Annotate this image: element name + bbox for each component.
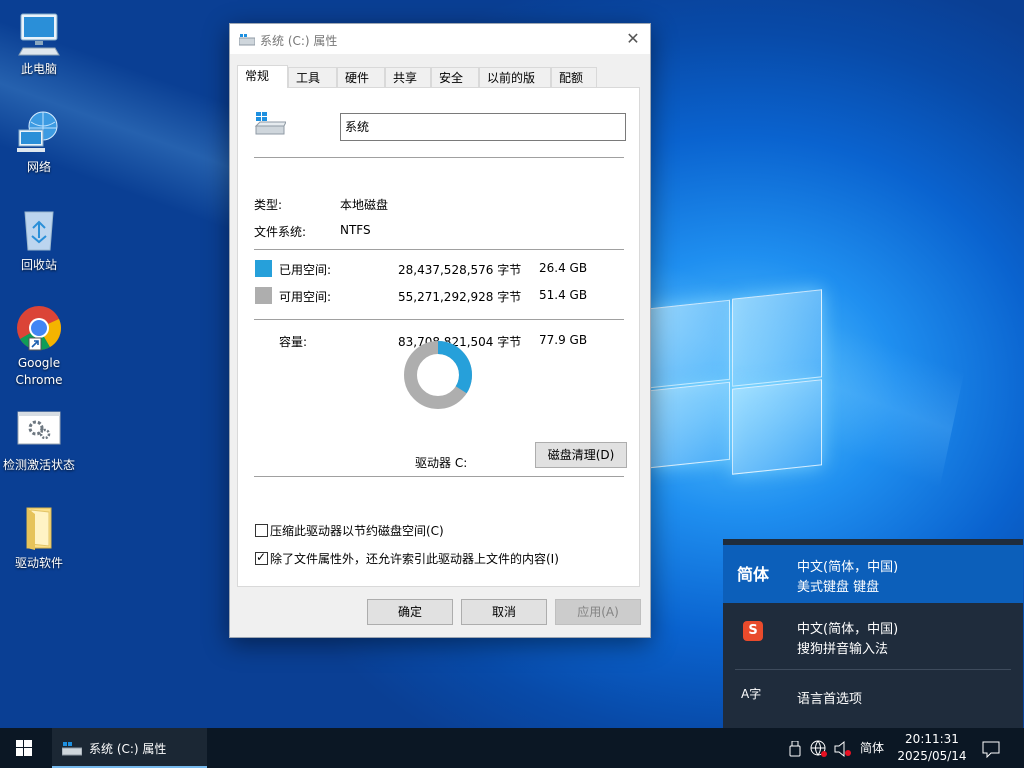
divider — [254, 476, 624, 477]
window-title: 系统 (C:) 属性 — [260, 34, 338, 48]
desktop-icon-driver-software[interactable]: 驱动软件 — [1, 504, 77, 572]
free-space-label: 可用空间: — [279, 290, 332, 304]
language-abbr: 简体 — [737, 565, 770, 584]
index-contents-checkbox[interactable] — [255, 550, 268, 565]
file-system-value: NTFS — [340, 223, 371, 237]
language-preferences-label: 语言首选项 — [797, 692, 863, 707]
desktop-icon-this-pc[interactable]: 此电脑 — [1, 10, 77, 78]
used-space-size: 26.4 GB — [539, 261, 588, 275]
volume-muted-icon[interactable] — [834, 728, 852, 768]
sogou-icon: S — [743, 621, 763, 641]
language-name: 中文(简体，中国) — [797, 560, 899, 575]
type-value: 本地磁盘 — [340, 198, 389, 212]
tab-quota[interactable]: 配额 — [551, 67, 597, 87]
index-contents-label: 除了文件属性外，还允许索引此驱动器上文件的内容(I) — [270, 552, 559, 566]
language-item-us-keyboard[interactable]: 简体 中文(简体，中国) 美式键盘 键盘 — [723, 545, 1023, 603]
desktop-icon-network[interactable]: 网络 — [1, 108, 77, 176]
language-name: 中文(简体，中国) — [797, 622, 899, 637]
folder-icon — [15, 504, 63, 552]
tab-tools[interactable]: 工具 — [288, 67, 337, 87]
windows-icon — [16, 740, 32, 756]
drive-large-icon — [254, 112, 287, 139]
capacity-size: 77.9 GB — [539, 333, 588, 347]
capacity-label: 容量: — [279, 335, 308, 349]
apply-button[interactable]: 应用(A) — [555, 599, 641, 625]
recycle-bin-icon — [15, 206, 63, 254]
tab-security[interactable]: 安全 — [431, 67, 479, 87]
compress-drive-checkbox[interactable] — [255, 524, 268, 537]
used-space-label: 已用空间: — [279, 263, 332, 277]
used-space-bytes: 28,437,528,576 字节 — [398, 263, 522, 277]
tab-general[interactable]: 常规 — [237, 65, 288, 88]
divider — [735, 669, 1011, 670]
close-button[interactable]: ✕ — [616, 24, 650, 54]
drive-properties-window[interactable]: 系统 (C:) 属性 ✕ 常规 工具 硬件 共享 安全 以前的版本 配额 系统 … — [229, 23, 651, 638]
drive-icon — [62, 742, 82, 756]
chrome-icon — [15, 304, 63, 352]
drive-letter-label: 驱动器 C: — [415, 456, 468, 470]
free-space-bytes: 55,271,292,928 字节 — [398, 290, 522, 304]
free-space-swatch — [255, 287, 272, 304]
used-space-swatch — [255, 260, 272, 277]
taskbar-app-properties[interactable]: 系统 (C:) 属性 — [52, 728, 207, 768]
desktop-icon-check-activation[interactable]: 检测激活状态 — [1, 406, 77, 474]
taskbar-app-label: 系统 (C:) 属性 — [89, 742, 167, 756]
disk-cleanup-button[interactable]: 磁盘清理(D) — [535, 442, 627, 468]
action-center-icon[interactable] — [982, 728, 1000, 768]
taskbar: 系统 (C:) 属性 简体 20:11:31 2025/05/14 — [0, 728, 1024, 768]
clock-time: 20:11:31 — [905, 732, 959, 746]
language-preferences-icon: A字 — [741, 687, 762, 701]
desktop-icon-google-chrome[interactable]: Google Chrome — [1, 304, 77, 389]
divider — [254, 249, 624, 250]
language-flyout: 简体 中文(简体，中国) 美式键盘 键盘 S 中文(简体，中国) 搜狗拼音输入法… — [723, 539, 1023, 728]
compress-drive-label: 压缩此驱动器以节约磁盘空间(C) — [270, 524, 444, 538]
tab-hardware[interactable]: 硬件 — [337, 67, 385, 87]
free-space-size: 51.4 GB — [539, 288, 588, 302]
usb-icon[interactable] — [789, 728, 801, 768]
network-icon — [15, 108, 63, 156]
start-button[interactable] — [0, 728, 48, 768]
file-system-label: 文件系统: — [254, 225, 307, 239]
title-bar[interactable]: 系统 (C:) 属性 ✕ — [230, 24, 650, 54]
clock[interactable]: 20:11:31 2025/05/14 — [893, 731, 971, 765]
windows-logo-wallpaper — [632, 289, 822, 480]
settings-app-icon — [15, 406, 63, 454]
general-tab-panel: 系统 类型: 本地磁盘 文件系统: NTFS 已用空间: 28,437,528,… — [237, 87, 640, 587]
desktop-icon-recycle-bin[interactable]: 回收站 — [1, 206, 77, 274]
tab-previous-versions[interactable]: 以前的版本 — [479, 67, 551, 105]
disk-usage-donut — [404, 341, 472, 409]
drive-icon — [238, 34, 256, 49]
language-preferences-link[interactable]: A字 语言首选项 — [723, 675, 1023, 719]
drive-name-input[interactable]: 系统 — [340, 113, 626, 141]
type-label: 类型: — [254, 198, 283, 212]
network-globe-icon[interactable] — [810, 728, 828, 768]
keyboard-name: 美式键盘 键盘 — [797, 580, 880, 595]
language-item-sogou[interactable]: S 中文(简体，中国) 搜狗拼音输入法 — [723, 607, 1023, 665]
cancel-button[interactable]: 取消 — [461, 599, 547, 625]
divider — [254, 157, 624, 158]
ime-indicator[interactable]: 简体 — [860, 728, 884, 768]
ime-name: 搜狗拼音输入法 — [797, 642, 889, 657]
computer-icon — [15, 10, 63, 58]
ok-button[interactable]: 确定 — [367, 599, 453, 625]
divider — [254, 319, 624, 320]
clock-date: 2025/05/14 — [897, 749, 967, 763]
tab-sharing[interactable]: 共享 — [385, 67, 431, 87]
